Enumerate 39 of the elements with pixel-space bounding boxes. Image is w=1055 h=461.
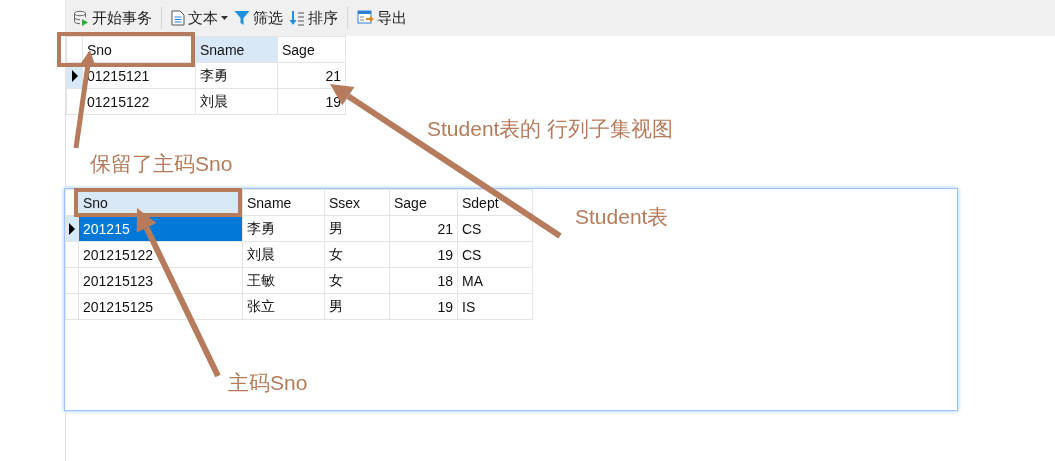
row-header-cell[interactable] xyxy=(65,215,79,242)
table-cell: 18 xyxy=(389,267,458,294)
table-cell: 王敏 xyxy=(242,267,325,294)
column-header[interactable]: Sage xyxy=(277,36,346,63)
row-pointer-icon xyxy=(71,69,78,82)
database-icon xyxy=(73,10,89,26)
row-header-cell[interactable] xyxy=(65,241,79,268)
toolbar-button[interactable]: 筛选 xyxy=(233,6,284,30)
toolbar-button[interactable]: 开始事务 xyxy=(72,6,153,30)
table-cell: MA xyxy=(457,267,533,294)
caret-icon xyxy=(221,16,228,20)
toolbar-button[interactable]: 导出 xyxy=(356,6,408,30)
row-pointer-icon xyxy=(69,222,75,235)
sort-icon xyxy=(289,10,305,26)
column-header[interactable]: Ssex xyxy=(324,189,390,216)
annotation-label: 保留了主码Sno xyxy=(90,151,233,177)
table-cell: 刘晨 xyxy=(195,88,278,115)
toolbar-button[interactable]: 文本 xyxy=(170,6,229,30)
row-header-cell[interactable] xyxy=(65,293,79,320)
table-cell: 19 xyxy=(389,241,458,268)
table-cell: CS xyxy=(457,241,533,268)
column-header[interactable]: Sname xyxy=(195,36,278,63)
table-cell: 21 xyxy=(389,215,458,242)
column-header[interactable]: Sage xyxy=(389,189,458,216)
table-cell: IS xyxy=(457,293,533,320)
table-cell: 张立 xyxy=(242,293,325,320)
table-cell: 李勇 xyxy=(195,62,278,89)
annotation-label: 主码Sno xyxy=(228,370,308,396)
table-cell: 19 xyxy=(389,293,458,320)
row-header-cell[interactable] xyxy=(65,267,79,294)
annotation-label: Student表的 行列子集视图 xyxy=(427,116,674,142)
column-header[interactable]: Sname xyxy=(242,189,325,216)
filter-icon xyxy=(234,10,250,26)
toolbar-button[interactable]: 排序 xyxy=(288,6,339,30)
table-cell: 李勇 xyxy=(242,215,325,242)
export-icon xyxy=(357,10,374,26)
annotation-label: Student表 xyxy=(575,204,669,230)
document-icon xyxy=(171,10,185,26)
table-cell: 刘晨 xyxy=(242,241,325,268)
